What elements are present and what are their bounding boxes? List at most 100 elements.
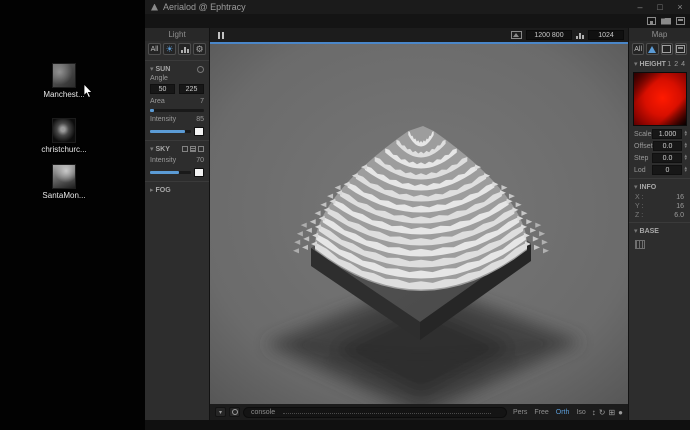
card-icon: [662, 45, 671, 53]
gear-icon: ⚙: [195, 45, 203, 54]
mode-free[interactable]: Free: [534, 409, 548, 416]
sun-intensity-slider[interactable]: [150, 130, 191, 133]
sun-mode-button[interactable]: ☀: [163, 43, 176, 55]
reset-rotation-icon[interactable]: ↻: [599, 408, 606, 417]
sun-angle-y-field[interactable]: 225: [179, 84, 204, 94]
base-texture-icon[interactable]: [635, 240, 645, 249]
height-section-header[interactable]: ▾ HEIGHT 1 2 4: [629, 58, 690, 70]
save-icon[interactable]: [647, 17, 656, 25]
heightmap-thumbnail: [52, 164, 76, 189]
sky-gradient-icon: [190, 146, 196, 152]
globe-icon[interactable]: ●: [618, 408, 623, 417]
step-stepper[interactable]: ▴▾: [684, 155, 687, 161]
light-settings-button[interactable]: ⚙: [193, 43, 206, 55]
open-folder-icon[interactable]: [661, 18, 671, 25]
scale-field[interactable]: 1.000: [652, 129, 682, 139]
sky-intensity-value: 70: [196, 157, 204, 164]
sky-image-icon: [198, 146, 204, 152]
sun-intensity-value: 85: [196, 116, 204, 123]
base-section-label: BASE: [640, 228, 659, 235]
main-area: 1200 800 1024 ▾ c: [210, 28, 628, 420]
chevron-down-icon: ▾: [634, 60, 638, 68]
area-value: 7: [200, 98, 204, 105]
angle-label: Angle: [150, 75, 168, 82]
close-button[interactable]: ×: [670, 0, 690, 14]
mouse-cursor-icon: [83, 84, 93, 99]
lod-field[interactable]: 0: [652, 165, 682, 175]
updown-icon[interactable]: ↕: [592, 408, 596, 417]
sun-section-label: SUN: [156, 66, 171, 73]
mode-iso[interactable]: Iso: [576, 409, 585, 416]
offset-stepper[interactable]: ▴▾: [684, 143, 687, 149]
image-size-icon[interactable]: [511, 31, 522, 39]
offset-label: Offset: [634, 143, 653, 150]
mip-2-button[interactable]: 2: [674, 61, 678, 68]
lod-stepper[interactable]: ▴▾: [684, 167, 687, 173]
minimize-button[interactable]: –: [630, 0, 650, 14]
sky-mode-icons[interactable]: [182, 146, 204, 152]
screenshot-camera-button[interactable]: [229, 407, 240, 417]
render-viewport[interactable]: [210, 44, 628, 404]
sky-section-header[interactable]: ▾ SKY: [145, 143, 209, 155]
chevron-down-icon: ▾: [150, 65, 154, 73]
sky-intensity-slider[interactable]: [150, 171, 191, 174]
desktop-icon-label: christchurc...: [32, 145, 96, 154]
sun-section-header[interactable]: ▾ SUN: [145, 63, 209, 75]
info-section-header[interactable]: ▾ INFO: [629, 181, 690, 193]
grid-icon[interactable]: ⊞: [608, 408, 615, 417]
heightmap-mode-button[interactable]: [646, 43, 658, 55]
console-bar: ▾ console Pers Free Orth Iso ↕ ↻ ⊞ ●: [210, 404, 628, 420]
info-row-z: Z :6.0: [629, 211, 690, 220]
fog-section-header[interactable]: ▸ FOG: [145, 184, 209, 196]
samples-icon[interactable]: [576, 32, 584, 39]
desktop-background: Manchest... christchurc... SantaMon...: [0, 0, 145, 430]
mountain-icon: [648, 46, 656, 53]
sky-color-swatch[interactable]: [194, 168, 204, 177]
fog-section-label: FOG: [156, 187, 171, 194]
height-section-label: HEIGHT: [640, 61, 666, 68]
chevron-down-icon: ▾: [634, 183, 638, 191]
offset-field[interactable]: 0.0: [653, 141, 683, 151]
mip-4-button[interactable]: 4: [681, 61, 685, 68]
console-dotted-line: [283, 410, 491, 414]
sun-angle-x-field[interactable]: 50: [150, 84, 175, 94]
export-window-icon[interactable]: [676, 17, 685, 25]
lod-label: Lod: [634, 167, 646, 174]
sun-radio-icon[interactable]: [197, 66, 204, 73]
base-section-header[interactable]: ▾ BASE: [629, 225, 690, 237]
mode-pers[interactable]: Pers: [513, 409, 527, 416]
render-samples-field[interactable]: 1024: [588, 30, 624, 40]
sun-icon: ☀: [165, 45, 173, 54]
desktop-icon-christchurch[interactable]: christchurc...: [32, 118, 96, 154]
desktop-icon-santamonica[interactable]: SantaMon...: [32, 164, 96, 200]
console-input[interactable]: console: [243, 407, 507, 418]
map-all-button[interactable]: All: [632, 43, 644, 55]
desktop-icon-label: SantaMon...: [32, 191, 96, 200]
render-resolution-field[interactable]: 1200 800: [526, 30, 572, 40]
step-field[interactable]: 0.0: [652, 153, 682, 163]
sun-intensity-label: Intensity: [150, 116, 176, 123]
console-placeholder: console: [251, 409, 275, 416]
chevron-down-icon: ▾: [150, 145, 154, 153]
aerialod-window: Aerialod @ Ephtracy – □ × Light All ☀ ⚙ …: [145, 0, 690, 430]
info-row-x: X :16: [629, 193, 690, 202]
area-label: Area: [150, 98, 165, 105]
pause-button[interactable]: [218, 32, 224, 39]
mip-1-button[interactable]: 1: [667, 61, 671, 68]
light-all-button[interactable]: All: [148, 43, 161, 55]
info-row-y: Y :16: [629, 202, 690, 211]
area-slider[interactable]: [150, 109, 204, 112]
mode-orth[interactable]: Orth: [556, 409, 570, 416]
info-section-label: INFO: [640, 184, 657, 191]
histogram-mode-button[interactable]: [178, 43, 191, 55]
heightmap-preview[interactable]: [633, 72, 687, 126]
sun-color-swatch[interactable]: [194, 127, 204, 136]
sky-uniform-icon: [182, 146, 188, 152]
console-expand-button[interactable]: ▾: [215, 407, 226, 417]
colormap-mode-button[interactable]: [661, 43, 673, 55]
scale-stepper[interactable]: ▴▾: [684, 131, 687, 137]
maximize-button[interactable]: □: [650, 0, 670, 14]
map-settings-button[interactable]: [675, 43, 687, 55]
app-logo-icon: [151, 4, 158, 11]
title-bar[interactable]: Aerialod @ Ephtracy – □ ×: [145, 0, 690, 14]
